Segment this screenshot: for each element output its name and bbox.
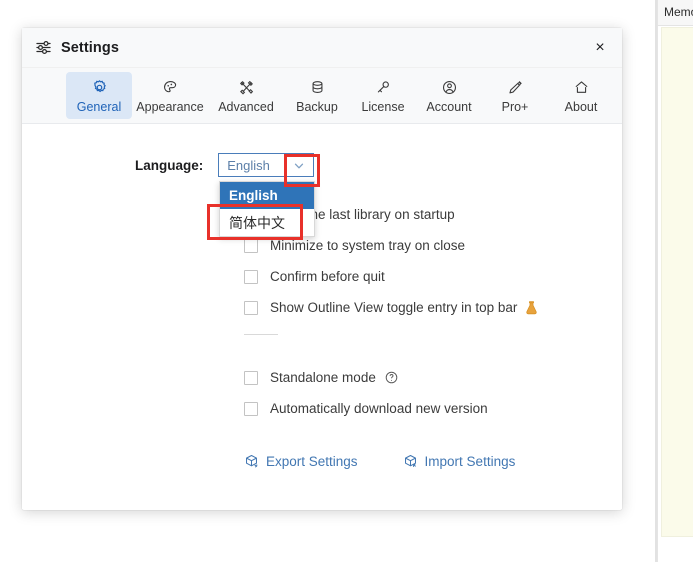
export-settings-label: Export Settings — [266, 454, 358, 469]
tab-account-label: Account — [426, 100, 471, 115]
options-divider — [244, 334, 278, 335]
option-auto-download-new-version[interactable]: Automatically download new version — [244, 393, 584, 424]
tab-license[interactable]: License — [350, 72, 416, 119]
tab-pro-plus-label: Pro+ — [502, 100, 529, 115]
key-icon — [374, 78, 393, 97]
import-settings-label: Import Settings — [425, 454, 516, 469]
tools-icon — [237, 78, 256, 97]
tab-about-label: About — [565, 100, 598, 115]
option-label: Show Outline View toggle entry in top ba… — [270, 300, 517, 315]
memo-panel-header: Memo — [658, 0, 693, 26]
tab-general[interactable]: General — [66, 72, 132, 119]
help-circle-icon[interactable] — [385, 371, 399, 385]
checkbox[interactable] — [244, 301, 258, 315]
flask-icon — [524, 301, 538, 315]
option-show-outline-view-toggle[interactable]: Show Outline View toggle entry in top ba… — [244, 292, 584, 323]
language-option-label: English — [229, 188, 278, 203]
checkbox[interactable] — [244, 239, 258, 253]
language-row: Language: English — [135, 153, 314, 177]
database-icon — [308, 78, 327, 97]
tab-appearance[interactable]: Appearance — [132, 72, 208, 119]
pen-icon — [506, 78, 525, 97]
checkbox[interactable] — [244, 402, 258, 416]
settings-footer-links: Export Settings Import Settings — [244, 454, 515, 469]
chevron-down-icon[interactable] — [292, 159, 305, 172]
general-options-group-2: Standalone mode Automatically download n… — [244, 362, 584, 424]
screen: Memo Settings × — [0, 0, 693, 562]
memo-panel: Memo — [657, 0, 693, 562]
language-select-value: English — [219, 158, 270, 173]
home-icon — [572, 78, 591, 97]
export-box-icon — [244, 454, 259, 469]
import-settings-button[interactable]: Import Settings — [403, 454, 516, 469]
close-icon[interactable]: × — [586, 34, 614, 62]
language-select[interactable]: English — [218, 153, 314, 177]
palette-icon — [161, 78, 180, 97]
language-option-simplified-chinese[interactable]: 简体中文 — [220, 209, 314, 236]
option-label: Standalone mode — [270, 370, 376, 385]
background-app-bottom-strip — [0, 540, 657, 562]
dialog-title: Settings — [61, 40, 119, 56]
import-box-icon — [403, 454, 418, 469]
language-dropdown-popup: English 简体中文 — [219, 181, 315, 237]
tab-backup[interactable]: Backup — [284, 72, 350, 119]
checkbox[interactable] — [244, 371, 258, 385]
tab-about[interactable]: About — [548, 72, 614, 119]
settings-general-panel: Language: English Open the last library … — [22, 124, 622, 509]
sliders-icon — [34, 39, 52, 57]
language-option-label: 简体中文 — [229, 213, 285, 233]
memo-note-area[interactable] — [661, 27, 693, 537]
user-circle-icon — [440, 78, 459, 97]
tab-backup-label: Backup — [296, 100, 338, 115]
language-label: Language: — [135, 158, 203, 173]
tab-advanced-label: Advanced — [218, 100, 274, 115]
tab-pro-plus[interactable]: Pro+ — [482, 72, 548, 119]
option-confirm-before-quit[interactable]: Confirm before quit — [244, 261, 584, 292]
tab-advanced[interactable]: Advanced — [208, 72, 284, 119]
dialog-titlebar[interactable]: Settings × — [22, 28, 622, 68]
tab-license-label: License — [361, 100, 404, 115]
checkbox[interactable] — [244, 270, 258, 284]
tab-appearance-label: Appearance — [136, 100, 203, 115]
export-settings-button[interactable]: Export Settings — [244, 454, 358, 469]
settings-tabbar: General Appearance — [22, 68, 622, 124]
tab-general-label: General — [77, 100, 121, 115]
option-label: Minimize to system tray on close — [270, 238, 465, 253]
option-label: Automatically download new version — [270, 401, 488, 416]
tab-account[interactable]: Account — [416, 72, 482, 119]
option-standalone-mode[interactable]: Standalone mode — [244, 362, 584, 393]
language-option-english[interactable]: English — [220, 182, 314, 209]
gear-icon — [90, 78, 109, 97]
settings-dialog: Settings × General — [22, 28, 622, 510]
option-label: Confirm before quit — [270, 269, 385, 284]
